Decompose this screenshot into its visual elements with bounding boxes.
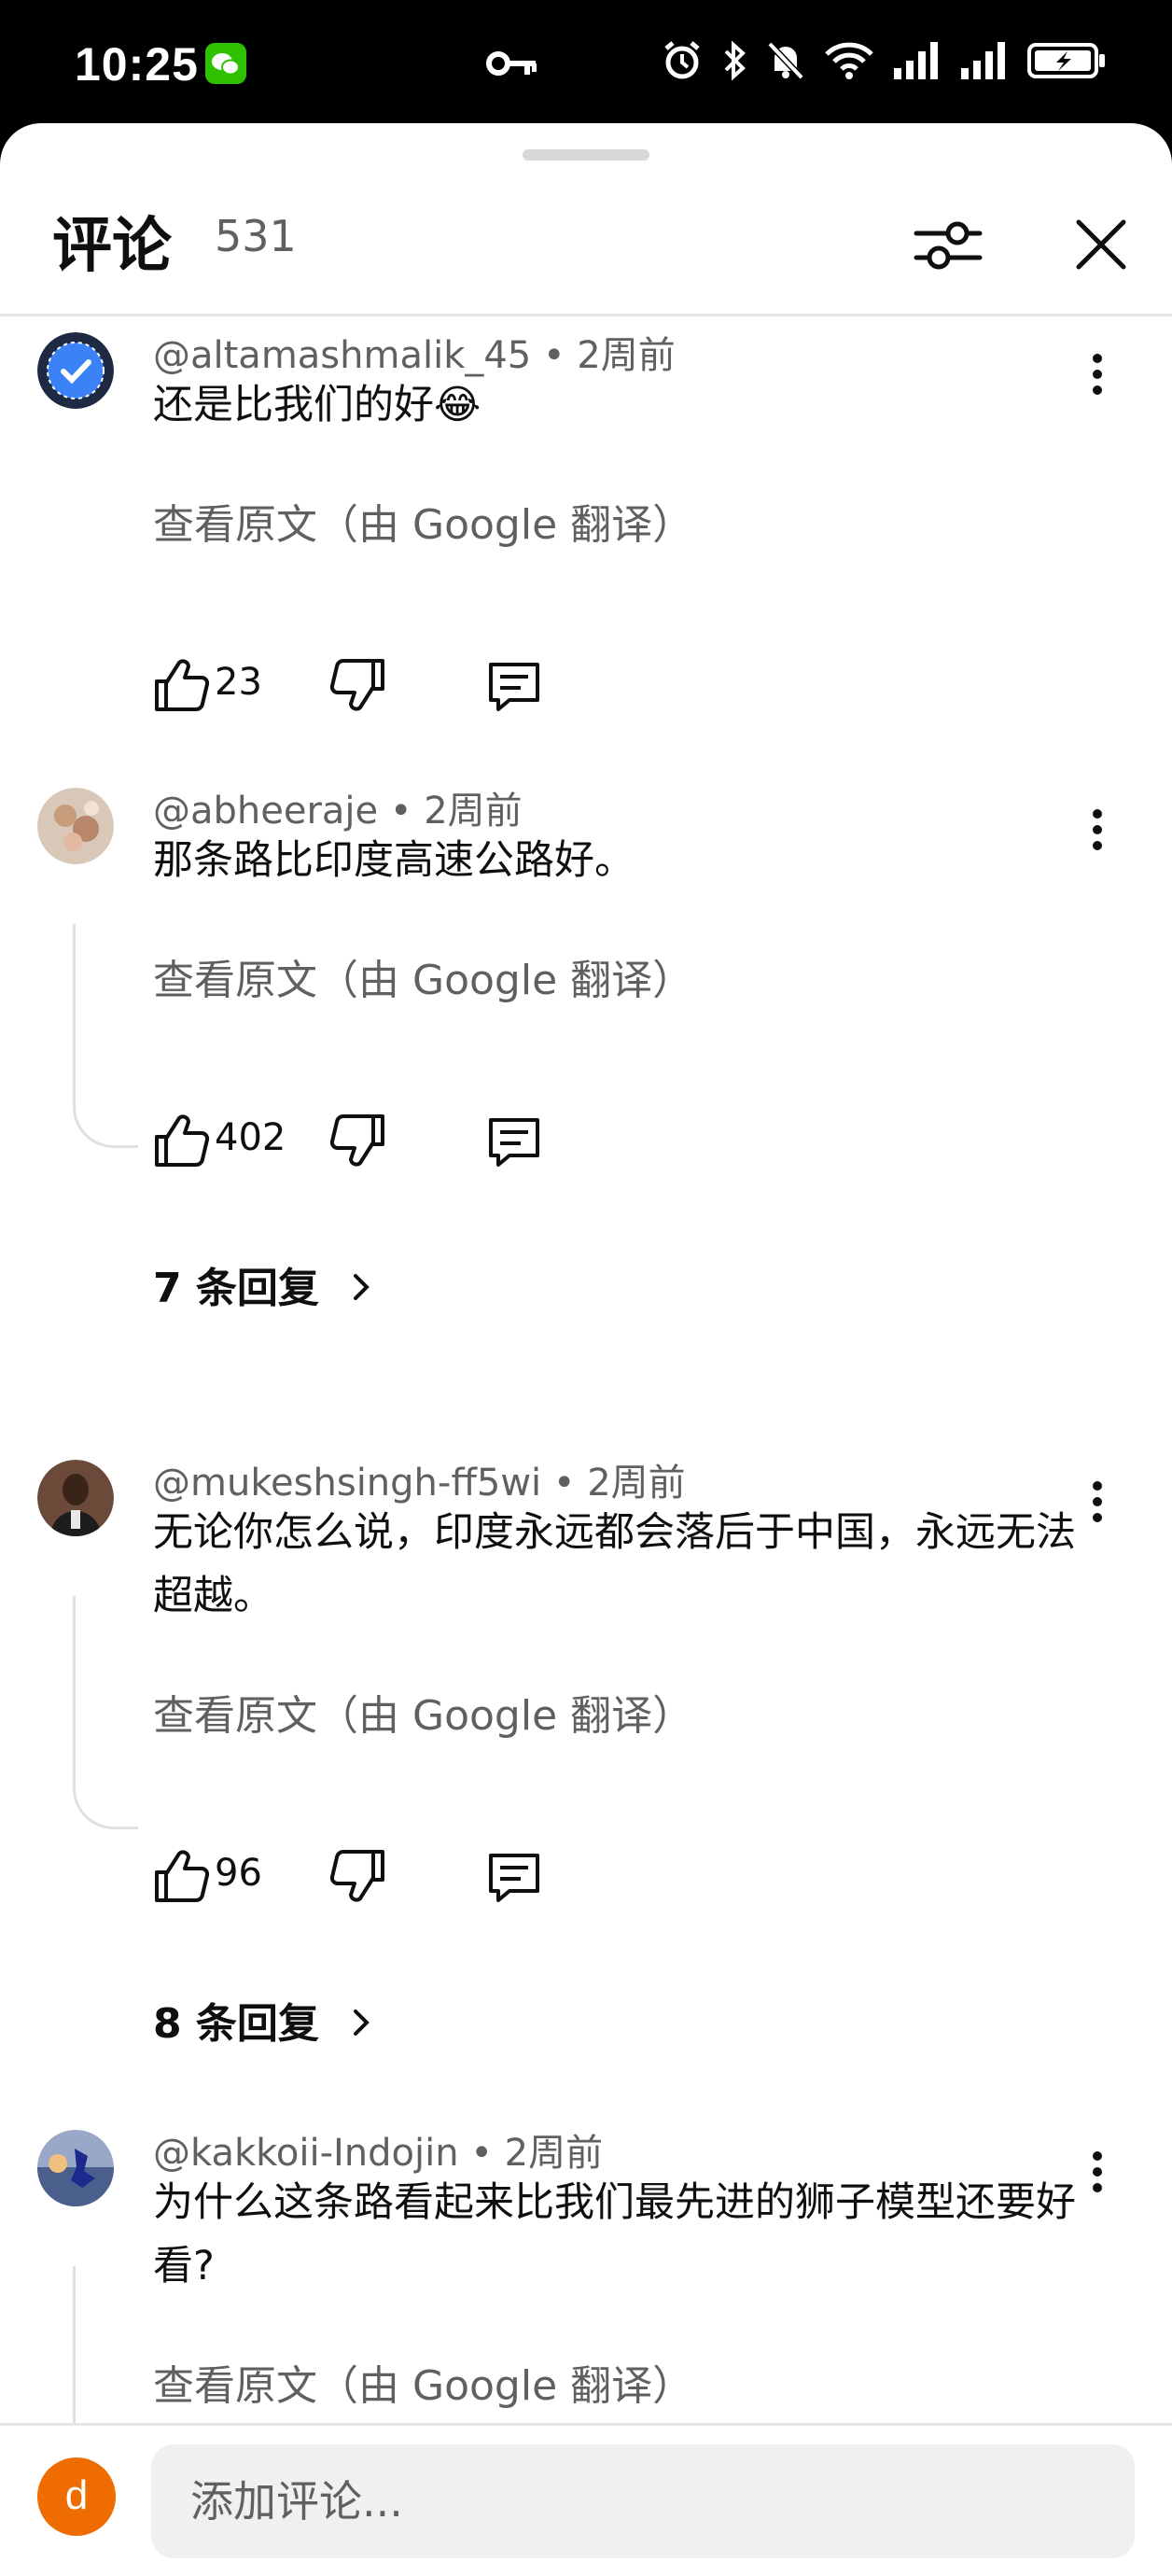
- comments-count: 531: [215, 211, 297, 261]
- thumbs-up-icon: [155, 1850, 210, 1903]
- dislike-button[interactable]: [325, 1839, 390, 1913]
- chevron-right-icon: [354, 1274, 370, 1300]
- avatar[interactable]: [37, 1460, 114, 1536]
- thumbs-down-icon: [329, 1849, 384, 1902]
- like-count: 96: [215, 1852, 262, 1895]
- verified-avatar-icon: [37, 332, 114, 409]
- wechat-notification-icon: [205, 43, 246, 84]
- comment-meta: @altamashmalik_45 • 2周前: [153, 334, 676, 377]
- see-original-link[interactable]: 查看原文（由 Google 翻译）: [153, 1682, 693, 1742]
- current-user-avatar[interactable]: d: [37, 2457, 116, 2536]
- chevron-right-icon: [354, 2009, 370, 2036]
- more-options-button[interactable]: [1071, 2139, 1123, 2205]
- more-options-button[interactable]: [1071, 797, 1123, 862]
- comment-age: 2周前: [504, 2132, 604, 2175]
- status-time: 10:25: [75, 38, 199, 91]
- reply-button[interactable]: [481, 648, 547, 722]
- comment-meta: @mukeshsingh-ff5wi • 2周前: [153, 1462, 686, 1505]
- avatar[interactable]: [37, 2130, 114, 2206]
- sliders-icon: [914, 221, 983, 270]
- thumbs-up-icon: [155, 1114, 210, 1168]
- comment-text: 为什么这条路看起来比我们最先进的狮子模型还要好看?: [153, 2179, 1076, 2289]
- comment-text: 无论你怎么说，印度永远都会落后于中国，永远无法超越。: [153, 1509, 1076, 1619]
- like-count: 23: [215, 661, 262, 704]
- bluetooth-icon: [724, 40, 746, 81]
- comment-age: 2周前: [577, 334, 676, 377]
- avatar[interactable]: [37, 332, 114, 409]
- comments-title: 评论: [52, 212, 172, 281]
- comment-item: @kakkoii-Indojin • 2周前 为什么这条路看起来比我们最先进的狮…: [0, 2130, 1172, 2438]
- cell-signal-icon: [894, 42, 938, 79]
- more-options-button[interactable]: [1071, 342, 1123, 407]
- comments-sheet: 评论 531 @altamashmalik_45 • 2周前 还是比我们的好😂 …: [0, 123, 1172, 2576]
- dislike-button[interactable]: [325, 1103, 390, 1178]
- reply-comment-icon: [489, 1854, 539, 1902]
- comment-author[interactable]: @mukeshsingh-ff5wi: [153, 1462, 541, 1505]
- view-replies-link[interactable]: 8 条回复: [153, 1990, 380, 2050]
- comments-header: 评论 531: [0, 179, 1172, 310]
- drag-handle[interactable]: [523, 149, 649, 161]
- close-button[interactable]: [1054, 198, 1148, 291]
- comment-author[interactable]: @kakkoii-Indojin: [153, 2132, 459, 2175]
- user-avatar-image: [37, 2130, 114, 2206]
- thumbs-up-icon: [155, 659, 210, 712]
- comment-meta: @kakkoii-Indojin • 2周前: [153, 2132, 604, 2175]
- replies-count: 8 条回复: [153, 2000, 319, 2048]
- dislike-button[interactable]: [325, 648, 390, 722]
- reply-comment-icon: [489, 1118, 539, 1167]
- thumbs-down-icon: [329, 658, 384, 711]
- alarm-icon: [664, 41, 700, 79]
- see-original-link[interactable]: 查看原文（由 Google 翻译）: [153, 2352, 693, 2412]
- status-bar: 10:25: [0, 0, 1172, 131]
- like-button[interactable]: [149, 1103, 215, 1178]
- reply-button[interactable]: [481, 1839, 547, 1913]
- view-replies-link[interactable]: 7 条回复: [153, 1254, 380, 1314]
- close-icon: [1076, 219, 1126, 270]
- like-count: 402: [215, 1116, 286, 1159]
- comment-item: @abheeraje • 2周前 那条路比印度高速公路好。 查看原文（由 Goo…: [0, 788, 1172, 1404]
- see-original-link[interactable]: 查看原文（由 Google 翻译）: [153, 491, 693, 551]
- comment-text: 还是比我们的好😂: [153, 382, 481, 428]
- comment-meta: @abheeraje • 2周前: [153, 790, 523, 833]
- see-original-link[interactable]: 查看原文（由 Google 翻译）: [153, 946, 693, 1006]
- reply-comment-icon: [489, 663, 539, 711]
- reply-button[interactable]: [481, 1103, 547, 1178]
- user-avatar-image: [37, 1460, 114, 1536]
- comment-item: @mukeshsingh-ff5wi • 2周前 无论你怎么说，印度永远都会落后…: [0, 1460, 1172, 2132]
- replies-count: 7 条回复: [153, 1265, 319, 1312]
- header-divider: [0, 314, 1172, 316]
- vpn-key-icon: [485, 45, 537, 86]
- more-vertical-icon: [1093, 1481, 1102, 1522]
- avatar[interactable]: [37, 788, 114, 864]
- more-vertical-icon: [1093, 354, 1102, 395]
- sort-filter-button[interactable]: [901, 198, 995, 291]
- more-options-button[interactable]: [1071, 1469, 1123, 1534]
- comment-item: @altamashmalik_45 • 2周前 还是比我们的好😂 查看原文（由 …: [0, 332, 1172, 836]
- battery-charging-icon: [1027, 43, 1105, 78]
- muted-bell-icon: [767, 41, 804, 80]
- user-avatar-image: [37, 788, 114, 864]
- comment-composer: d 添加评论...: [0, 2423, 1172, 2576]
- cell-signal-2-icon: [961, 42, 1005, 79]
- add-comment-input[interactable]: 添加评论...: [151, 2444, 1135, 2558]
- comment-actions: 402: [149, 1103, 802, 1178]
- wifi-icon: [825, 42, 873, 79]
- comment-age: 2周前: [424, 790, 523, 833]
- comment-actions: 96: [149, 1839, 802, 1913]
- system-icons: [661, 39, 1107, 82]
- more-vertical-icon: [1093, 809, 1102, 850]
- more-vertical-icon: [1093, 2151, 1102, 2192]
- like-button[interactable]: [149, 1839, 215, 1913]
- comment-text: 那条路比印度高速公路好。: [153, 837, 635, 884]
- comment-age: 2周前: [587, 1462, 686, 1505]
- comment-author[interactable]: @abheeraje: [153, 790, 378, 833]
- like-button[interactable]: [149, 648, 215, 722]
- comment-actions: 23: [149, 648, 802, 722]
- thumbs-down-icon: [329, 1113, 384, 1167]
- comment-author[interactable]: @altamashmalik_45: [153, 334, 531, 377]
